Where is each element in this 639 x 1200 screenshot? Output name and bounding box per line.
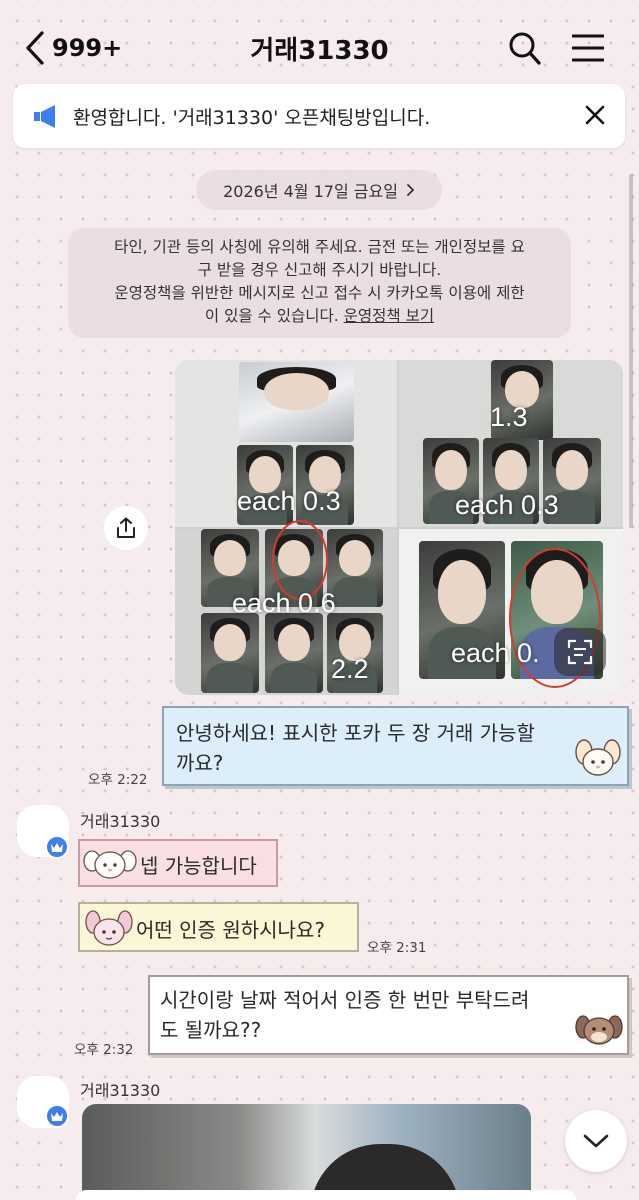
message-line: 도 될까요?? — [160, 1018, 262, 1042]
bunny-sticker-icon — [575, 739, 621, 776]
message-time: 오후 2:32 — [74, 1042, 134, 1058]
sender-name: 거래31330 — [80, 1081, 161, 1100]
notice-text: 환영합니다. '거래31330' 오픈채팅방입니다. — [73, 106, 431, 129]
photocard — [239, 362, 354, 442]
crown-icon — [51, 843, 63, 852]
policy-link[interactable]: 운영정책 보기 — [344, 307, 435, 325]
date-divider[interactable]: 2026년 4월 17일 금요일 — [196, 170, 442, 210]
message-line: 안녕하세요! 표시한 포카 두 장 거래 가능할 — [176, 721, 535, 745]
search-icon — [509, 32, 541, 65]
megaphone-icon — [34, 105, 55, 128]
hamburger-menu-icon — [571, 34, 605, 62]
scan-text-icon — [567, 639, 593, 665]
system-line-3: 운영정책을 위반한 메시지로 신고 접수 시 카카오톡 이용에 제한 — [114, 284, 525, 302]
host-badge — [45, 1104, 69, 1128]
message-text: 어떤 인증 원하시나요? — [136, 918, 325, 942]
price-label: each 0.3 — [455, 490, 559, 520]
system-line-2: 구 받을 경우 신고해 주시기 바랍니다. — [197, 261, 442, 279]
scrollbar-thumb[interactable] — [629, 174, 633, 528]
system-line-4: 이 있을 수 있습니다. 운영정책 보기 — [80, 305, 559, 328]
system-warning-message: 타인, 기관 등의 사칭에 유의해 주세요. 금전 또는 개인정보를 요 구 받… — [68, 228, 571, 338]
host-badge — [45, 835, 69, 859]
my-message-bubble[interactable]: 안녕하세요! 표시한 포카 두 장 거래 가능할 까요? — [162, 706, 629, 786]
chevron-down-icon — [583, 1134, 609, 1148]
close-icon[interactable] — [585, 105, 605, 125]
message-time: 오후 2:22 — [88, 772, 148, 788]
message-line: 시간이랑 날짜 적어서 인증 한 번만 부탁드려 — [160, 988, 530, 1012]
price-label: 2.2 — [331, 654, 369, 684]
bunny-sticker-icon — [83, 850, 137, 879]
message-line: 까요? — [176, 751, 224, 775]
price-label: each 0.3 — [237, 486, 341, 516]
message-text: 넵 가능합니다 — [140, 854, 257, 878]
price-label: each 0.6 — [232, 588, 336, 618]
photocard — [265, 613, 323, 693]
top-bar: 999+ 거래31330 — [0, 0, 639, 88]
sender-name: 거래31330 — [80, 812, 161, 831]
message-input[interactable] — [76, 1190, 576, 1200]
share-button[interactable] — [104, 506, 148, 550]
back-button[interactable]: 999+ — [24, 28, 122, 68]
chevron-left-icon — [26, 31, 44, 65]
photocard — [201, 613, 259, 693]
message-time: 오후 2:31 — [367, 940, 427, 956]
other-message-bubble[interactable]: 어떤 인증 원하시나요? — [78, 902, 359, 952]
chevron-right-icon — [407, 184, 415, 196]
message-text: 시간이랑 날짜 적어서 인증 한 번만 부탁드려 도 될까요?? — [160, 985, 570, 1045]
system-line-1: 타인, 기관 등의 사칭에 유의해 주세요. 금전 또는 개인정보를 요 — [114, 238, 525, 256]
bunny-sticker-icon — [85, 910, 133, 946]
my-message-bubble[interactable]: 시간이랑 날짜 적어서 인증 한 번만 부탁드려 도 될까요?? — [148, 975, 629, 1055]
puppy-sticker-icon — [575, 1015, 623, 1045]
price-label: each 0. — [451, 638, 540, 668]
search-button[interactable] — [508, 30, 542, 70]
price-label: 1.3 — [490, 402, 528, 432]
text-scan-button[interactable] — [554, 628, 606, 676]
system-line-4-text: 이 있을 수 있습니다. — [204, 307, 344, 325]
date-label: 2026년 4월 17일 금요일 — [223, 182, 398, 201]
menu-button[interactable] — [571, 34, 605, 66]
photo-message[interactable] — [82, 1104, 531, 1200]
scroll-to-bottom-button[interactable] — [565, 1110, 627, 1172]
notice-banner[interactable]: 환영합니다. '거래31330' 오픈채팅방입니다. — [13, 84, 625, 148]
message-text: 안녕하세요! 표시한 포카 두 장 거래 가능할 까요? — [176, 718, 576, 778]
crown-icon — [51, 1112, 63, 1121]
unread-count: 999+ — [52, 34, 123, 62]
other-message-bubble[interactable]: 넵 가능합니다 — [78, 839, 278, 887]
share-icon — [117, 517, 135, 538]
